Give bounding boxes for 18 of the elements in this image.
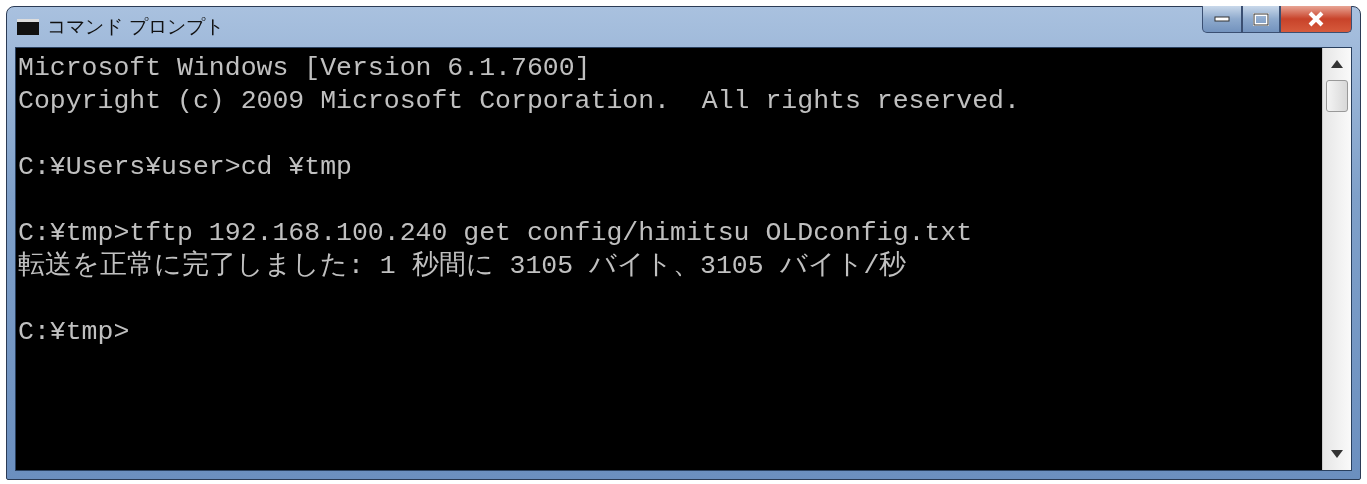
maximize-button[interactable] <box>1242 6 1280 33</box>
console-line: Microsoft Windows [Version 6.1.7600] <box>18 52 591 85</box>
console-app-icon <box>17 19 39 35</box>
close-button[interactable] <box>1280 6 1352 33</box>
scroll-up-icon[interactable] <box>1331 60 1343 68</box>
console-line: 転送を正常に完了しました: 1 秒間に 3105 バイト、3105 バイト/秒 <box>18 250 907 283</box>
maximize-icon <box>1253 12 1269 26</box>
console-line: C:¥Users¥user>cd ¥tmp <box>18 151 352 184</box>
window-title: コマンド プロンプト <box>47 14 226 39</box>
minimize-button[interactable] <box>1202 6 1242 33</box>
console-line: C:¥tmp> <box>18 316 130 349</box>
minimize-icon <box>1214 16 1230 22</box>
console-line: C:¥tmp>tftp 192.168.100.240 get config/himitsu OLDconfig.txt <box>18 217 973 250</box>
vertical-scrollbar[interactable] <box>1322 48 1351 470</box>
scroll-down-icon[interactable] <box>1331 450 1343 458</box>
close-icon <box>1307 11 1325 27</box>
console-line: Copyright (c) 2009 Microsoft Corporation. All rights reserved. <box>18 85 1020 118</box>
scrollbar-thumb[interactable] <box>1326 80 1348 112</box>
